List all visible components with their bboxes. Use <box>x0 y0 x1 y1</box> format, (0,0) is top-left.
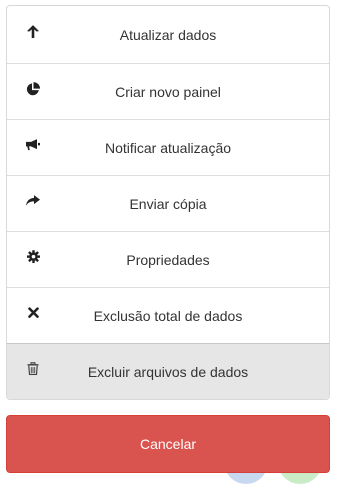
menu-item-label: Enviar cópia <box>129 195 207 212</box>
menu-item-notificar-atualizacao[interactable]: Notificar atualização <box>7 119 329 175</box>
menu-item-enviar-copia[interactable]: Enviar cópia <box>7 175 329 231</box>
menu-item-exclusao-total-de-dados[interactable]: Exclusão total de dados <box>7 287 329 343</box>
menu-item-excluir-arquivos-de-dados[interactable]: Excluir arquivos de dados <box>7 343 329 399</box>
gear-icon <box>25 249 41 265</box>
menu-item-criar-novo-painel[interactable]: Criar novo painel <box>7 63 329 119</box>
cancel-button[interactable]: Cancelar <box>6 415 330 473</box>
menu-item-propriedades[interactable]: Propriedades <box>7 231 329 287</box>
arrow-up-icon <box>25 24 41 40</box>
menu-item-label: Excluir arquivos de dados <box>87 363 249 380</box>
menu-item-atualizar-dados[interactable]: Atualizar dados <box>7 6 329 63</box>
close-icon <box>25 305 41 321</box>
menu-item-label: Notificar atualização <box>104 139 232 156</box>
trash-icon <box>25 361 41 377</box>
share-icon <box>25 193 41 209</box>
menu-item-label: Criar novo painel <box>115 83 221 100</box>
menu-item-label: Propriedades <box>126 251 210 268</box>
bullhorn-icon <box>25 137 41 153</box>
menu-item-label: Atualizar dados <box>119 26 217 43</box>
pie-chart-icon <box>25 81 41 97</box>
menu-item-label: Exclusão total de dados <box>93 307 243 324</box>
action-sheet-menu: Atualizar dados Criar novo painel Notifi… <box>6 5 330 400</box>
